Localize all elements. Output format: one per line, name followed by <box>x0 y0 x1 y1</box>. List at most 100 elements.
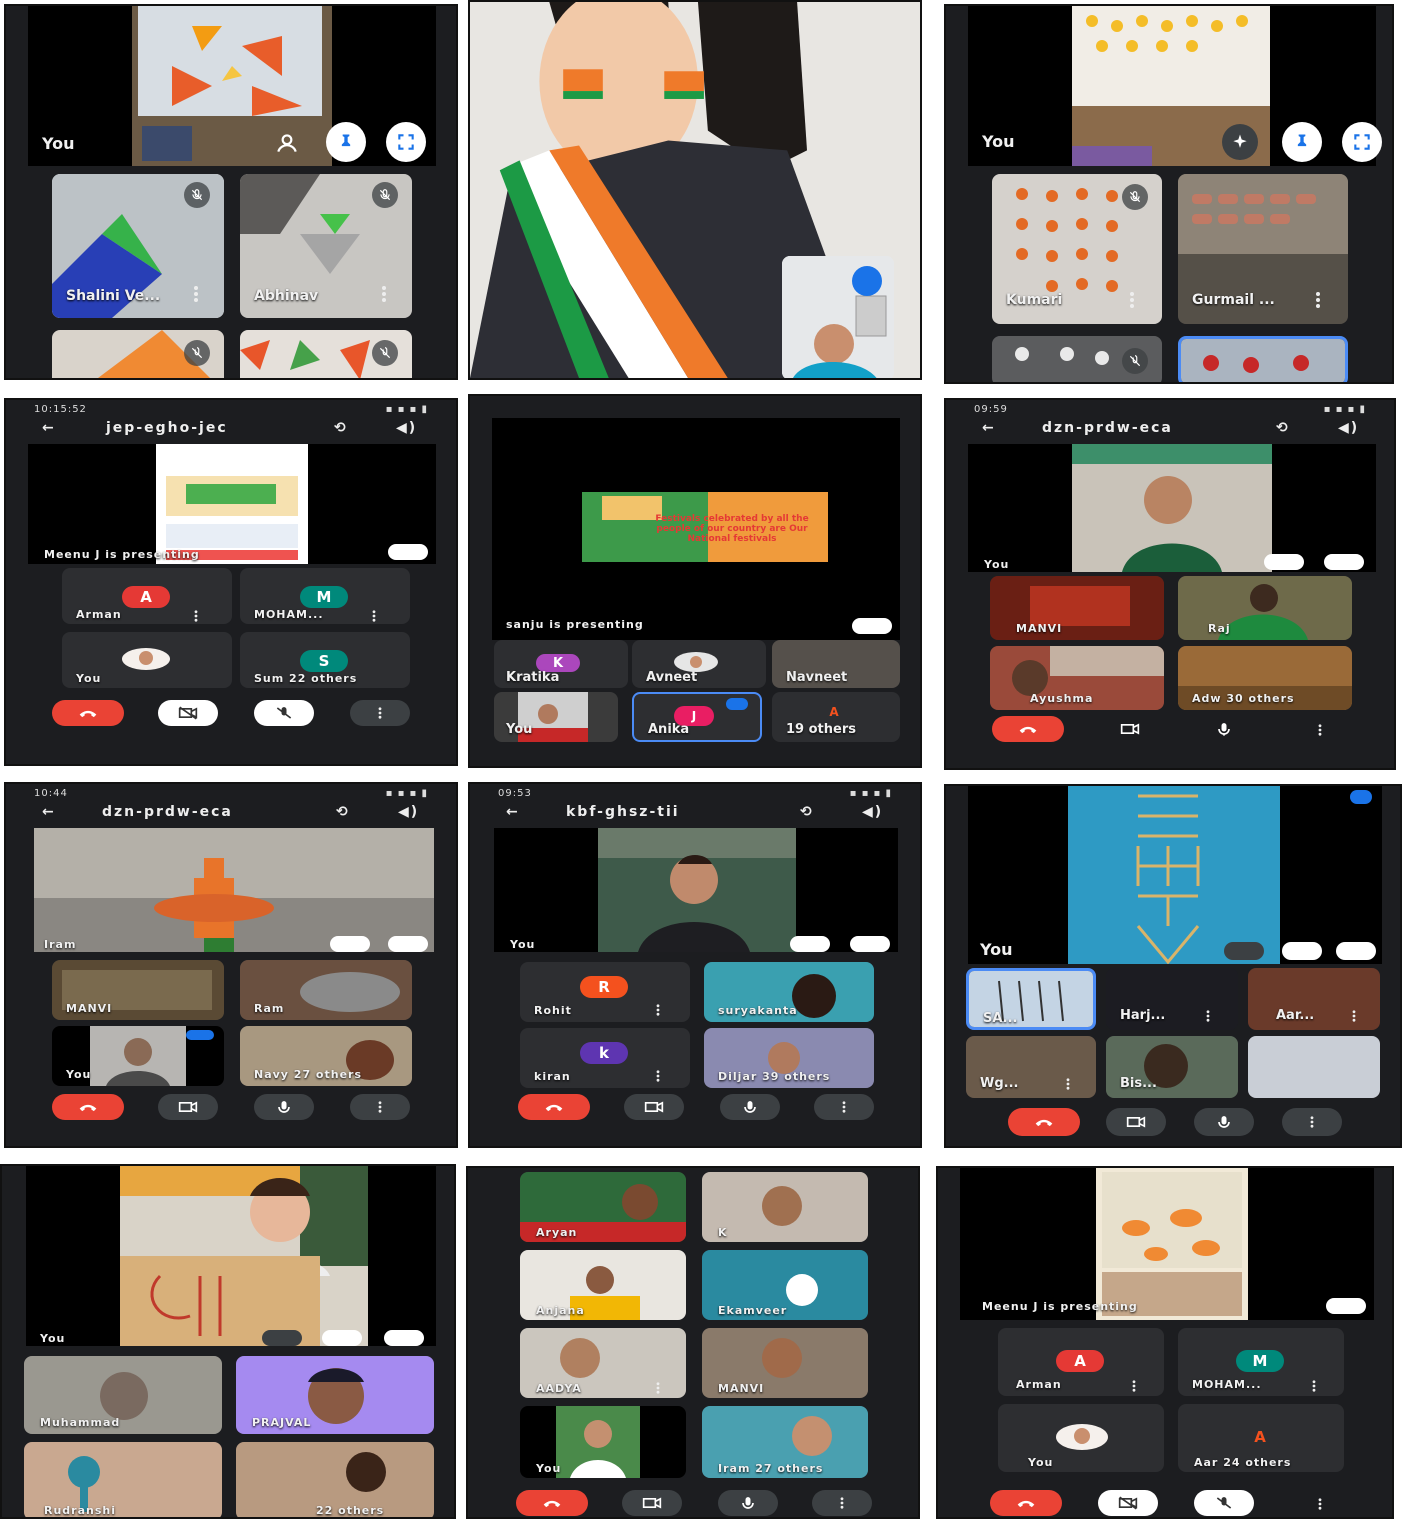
switch-camera-icon[interactable]: ⟲ <box>1276 420 1290 436</box>
leave-call-button[interactable] <box>518 1094 590 1120</box>
more-options-icon[interactable] <box>194 286 198 302</box>
mic-toggle-button[interactable] <box>254 1094 314 1120</box>
more-options-button[interactable] <box>1282 1108 1342 1136</box>
speaker-icon[interactable]: ◀) <box>398 804 419 820</box>
participant-tile[interactable]: k kiran <box>520 1028 690 1088</box>
camera-toggle-button[interactable] <box>624 1094 684 1120</box>
more-options-icon[interactable] <box>1352 1010 1356 1021</box>
participant-tile[interactable]: Navy 27 others <box>240 1026 412 1086</box>
self-preview[interactable] <box>782 256 894 378</box>
participant-tile[interactable]: suryakanta <box>704 962 874 1022</box>
fullscreen-button[interactable] <box>1342 122 1382 162</box>
more-options-icon[interactable] <box>1316 292 1320 308</box>
participant-tile[interactable]: Muhammad <box>24 1356 222 1434</box>
mic-toggle-button[interactable] <box>254 700 314 726</box>
pin-button[interactable] <box>1282 122 1322 162</box>
participant-tile[interactable]: Rudranshi <box>24 1442 222 1517</box>
more-options-icon[interactable] <box>1318 1498 1322 1509</box>
participant-tile[interactable]: AADYA <box>520 1328 686 1398</box>
more-options-icon[interactable] <box>1206 1010 1210 1021</box>
speaker-icon[interactable]: ◀) <box>396 420 417 436</box>
more-options-icon[interactable] <box>194 610 198 621</box>
fullscreen-button[interactable] <box>1324 554 1364 570</box>
more-options-icon[interactable] <box>656 1382 660 1393</box>
back-arrow-icon[interactable]: ← <box>42 804 56 820</box>
participant-tile[interactable]: Kumari <box>992 174 1162 324</box>
effects-icon[interactable] <box>274 130 300 156</box>
self-view[interactable]: You <box>968 6 1382 166</box>
participant-tile[interactable]: A Aar 24 others <box>1178 1404 1344 1472</box>
meeting-code[interactable]: jep-egho-jec <box>106 420 228 436</box>
switch-camera-icon[interactable]: ⟲ <box>336 804 350 820</box>
camera-toggle-button[interactable] <box>158 1094 218 1120</box>
mic-toggle-button[interactable] <box>1194 1490 1254 1516</box>
leave-call-button[interactable] <box>52 700 124 726</box>
participant-tile[interactable]: Avneet <box>632 640 766 688</box>
self-view[interactable]: You <box>494 828 898 952</box>
participant-tile[interactable]: Diljar 39 others <box>704 1028 874 1088</box>
pin-button[interactable] <box>330 936 370 952</box>
participant-tile[interactable] <box>992 336 1162 382</box>
participant-tile[interactable]: M MOHAM... <box>240 568 410 624</box>
presentation-stage[interactable]: Festivals celebrated by all the people o… <box>492 418 900 640</box>
participant-tile[interactable]: Adw 30 others <box>1178 646 1352 710</box>
fullscreen-button[interactable] <box>388 544 428 560</box>
leave-call-button[interactable] <box>1008 1108 1080 1136</box>
participant-tile[interactable]: You <box>998 1404 1164 1472</box>
more-options-icon[interactable] <box>382 286 386 302</box>
participant-tile[interactable]: Wg... <box>966 1036 1096 1098</box>
more-options-icon[interactable] <box>656 1070 660 1081</box>
fullscreen-button[interactable] <box>852 618 892 634</box>
participant-tile[interactable]: Abhinav <box>240 174 412 318</box>
meeting-code[interactable]: dzn-prdw-eca <box>102 804 233 820</box>
more-options-button[interactable] <box>812 1490 872 1516</box>
more-options-icon[interactable] <box>1130 292 1134 308</box>
meeting-code[interactable]: dzn-prdw-eca <box>1042 420 1173 436</box>
camera-toggle-button[interactable] <box>622 1490 682 1516</box>
more-options-icon[interactable] <box>1312 1380 1316 1391</box>
effects-button[interactable] <box>1222 124 1258 160</box>
camera-toggle-button[interactable] <box>1100 716 1160 742</box>
camera-toggle-button[interactable] <box>1098 1490 1158 1516</box>
participant-tile[interactable]: A 19 others <box>772 692 900 742</box>
participant-tile[interactable]: J Anika <box>632 692 762 742</box>
more-options-icon[interactable] <box>656 1004 660 1015</box>
participant-tile[interactable]: Iram 27 others <box>702 1406 868 1478</box>
participant-tile[interactable]: You <box>62 632 232 688</box>
presentation-stage[interactable]: Meenu J is presenting <box>28 444 436 564</box>
pin-button[interactable] <box>326 122 366 162</box>
more-options-icon[interactable] <box>1318 724 1322 735</box>
more-options-button[interactable] <box>350 1094 410 1120</box>
participant-tile[interactable]: Harj... <box>1106 968 1238 1030</box>
participant-tile[interactable]: PRAJVAL <box>236 1356 434 1434</box>
fullscreen-button[interactable] <box>386 122 426 162</box>
participant-tile[interactable]: MANVI <box>990 576 1164 640</box>
pin-button[interactable] <box>1282 942 1322 960</box>
more-options-icon[interactable] <box>1132 1380 1136 1391</box>
speaker-icon[interactable]: ◀) <box>862 804 883 820</box>
fullscreen-button[interactable] <box>388 936 428 952</box>
participant-tile[interactable]: Ekamveer <box>702 1250 868 1320</box>
self-view[interactable]: You <box>28 6 436 166</box>
participant-tile[interactable]: You <box>494 692 618 742</box>
fullscreen-button[interactable] <box>1336 942 1376 960</box>
meeting-code[interactable]: kbf-ghsz-tii <box>566 804 680 820</box>
main-speaker-view[interactable]: Iram <box>34 828 434 952</box>
leave-call-button[interactable] <box>52 1094 124 1120</box>
self-view[interactable]: You <box>26 1166 436 1346</box>
participant-tile[interactable]: Anjana <box>520 1250 686 1320</box>
mic-toggle-button[interactable] <box>720 1094 780 1120</box>
mic-toggle-button[interactable] <box>1194 1108 1254 1136</box>
more-options-icon[interactable] <box>372 610 376 621</box>
more-options-icon[interactable] <box>1066 1078 1070 1089</box>
participant-tile[interactable]: You <box>520 1406 686 1478</box>
effects-button[interactable] <box>1224 942 1264 960</box>
camera-toggle-button[interactable] <box>1106 1108 1166 1136</box>
participant-tile[interactable]: Ayushma <box>990 646 1164 710</box>
participant-tile[interactable]: You <box>52 1026 224 1086</box>
back-arrow-icon[interactable]: ← <box>982 420 996 436</box>
fullscreen-button[interactable] <box>384 1330 424 1346</box>
fullscreen-button[interactable] <box>850 936 890 952</box>
pin-button[interactable] <box>790 936 830 952</box>
pin-button[interactable] <box>322 1330 362 1346</box>
